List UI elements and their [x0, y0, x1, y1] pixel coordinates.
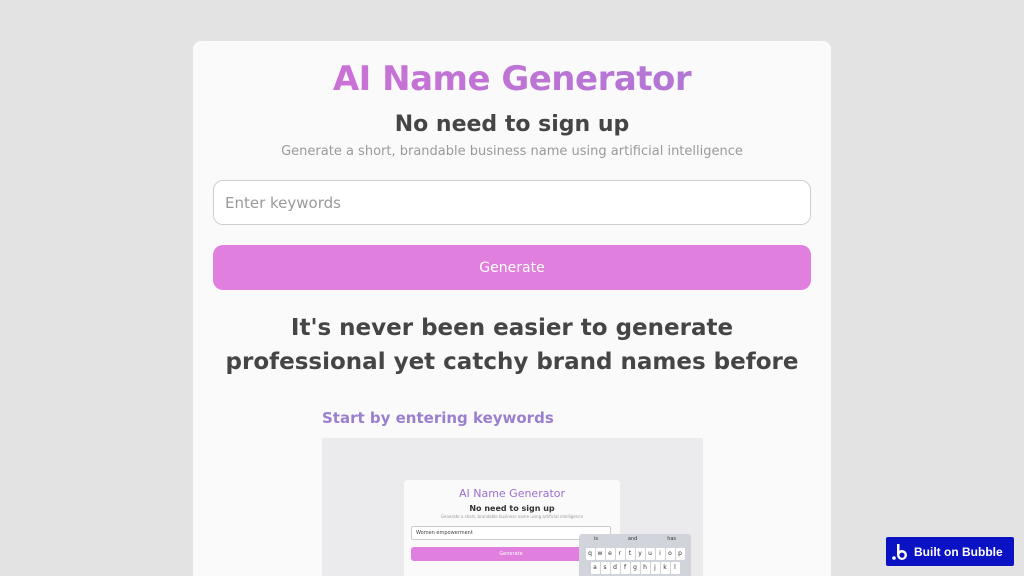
keyboard-key: q — [585, 548, 595, 560]
preview-tagline: Generate a short, brandable business nam… — [440, 514, 584, 519]
preview-title: AI Name Generator — [458, 487, 566, 500]
keyboard-key: w — [595, 548, 605, 560]
suggestion-item: has — [667, 536, 677, 542]
badge-label: Built on Bubble — [914, 544, 1003, 559]
keyboard-key: f — [620, 562, 630, 574]
suggestion-item: is — [593, 536, 598, 542]
keyboard-key: i — [655, 548, 665, 560]
keyboard-key: e — [605, 548, 615, 560]
keyboard-key: g — [630, 562, 640, 574]
preview-subtitle: No need to sign up — [469, 504, 555, 513]
keyboard-key: d — [610, 562, 620, 574]
main-card: AI Name Generator No need to sign up Gen… — [193, 41, 831, 576]
keyboard-key: u — [645, 548, 655, 560]
keyboard-row-1: q w e r t y u i o p — [579, 548, 691, 560]
step-label: Start by entering keywords — [322, 409, 554, 427]
promo-headline: It's never been easier to generate profe… — [225, 315, 799, 375]
keyboard-key: y — [635, 548, 645, 560]
page-subtitle: No need to sign up — [394, 112, 630, 137]
keyboard-key: j — [650, 562, 660, 574]
bubble-logo-icon — [892, 543, 908, 561]
page-tagline: Generate a short, brandable business nam… — [281, 144, 743, 159]
built-on-bubble-badge[interactable]: Built on Bubble — [886, 537, 1014, 566]
generate-button[interactable]: Generate — [213, 245, 811, 290]
page-title: AI Name Generator — [193, 59, 831, 99]
keyboard-key: l — [670, 562, 680, 574]
keyboard-suggestions: is and has — [579, 534, 691, 546]
preview-keyboard: is and has q w e r t y u i o p a s d f g… — [579, 534, 691, 576]
keyboard-key: o — [665, 548, 675, 560]
keyboard-key: t — [625, 548, 635, 560]
keyboard-key: k — [660, 562, 670, 574]
preview-screenshot: AI Name Generator No need to sign up Gen… — [322, 438, 703, 576]
keyboard-key: p — [675, 548, 685, 560]
keyboard-row-2: a s d f g h j k l — [579, 562, 691, 574]
keyboard-key: a — [590, 562, 600, 574]
keywords-input[interactable] — [213, 180, 811, 225]
keyboard-key: r — [615, 548, 625, 560]
keyboard-key: s — [600, 562, 610, 574]
suggestion-item: and — [627, 536, 638, 542]
keyboard-key: h — [640, 562, 650, 574]
